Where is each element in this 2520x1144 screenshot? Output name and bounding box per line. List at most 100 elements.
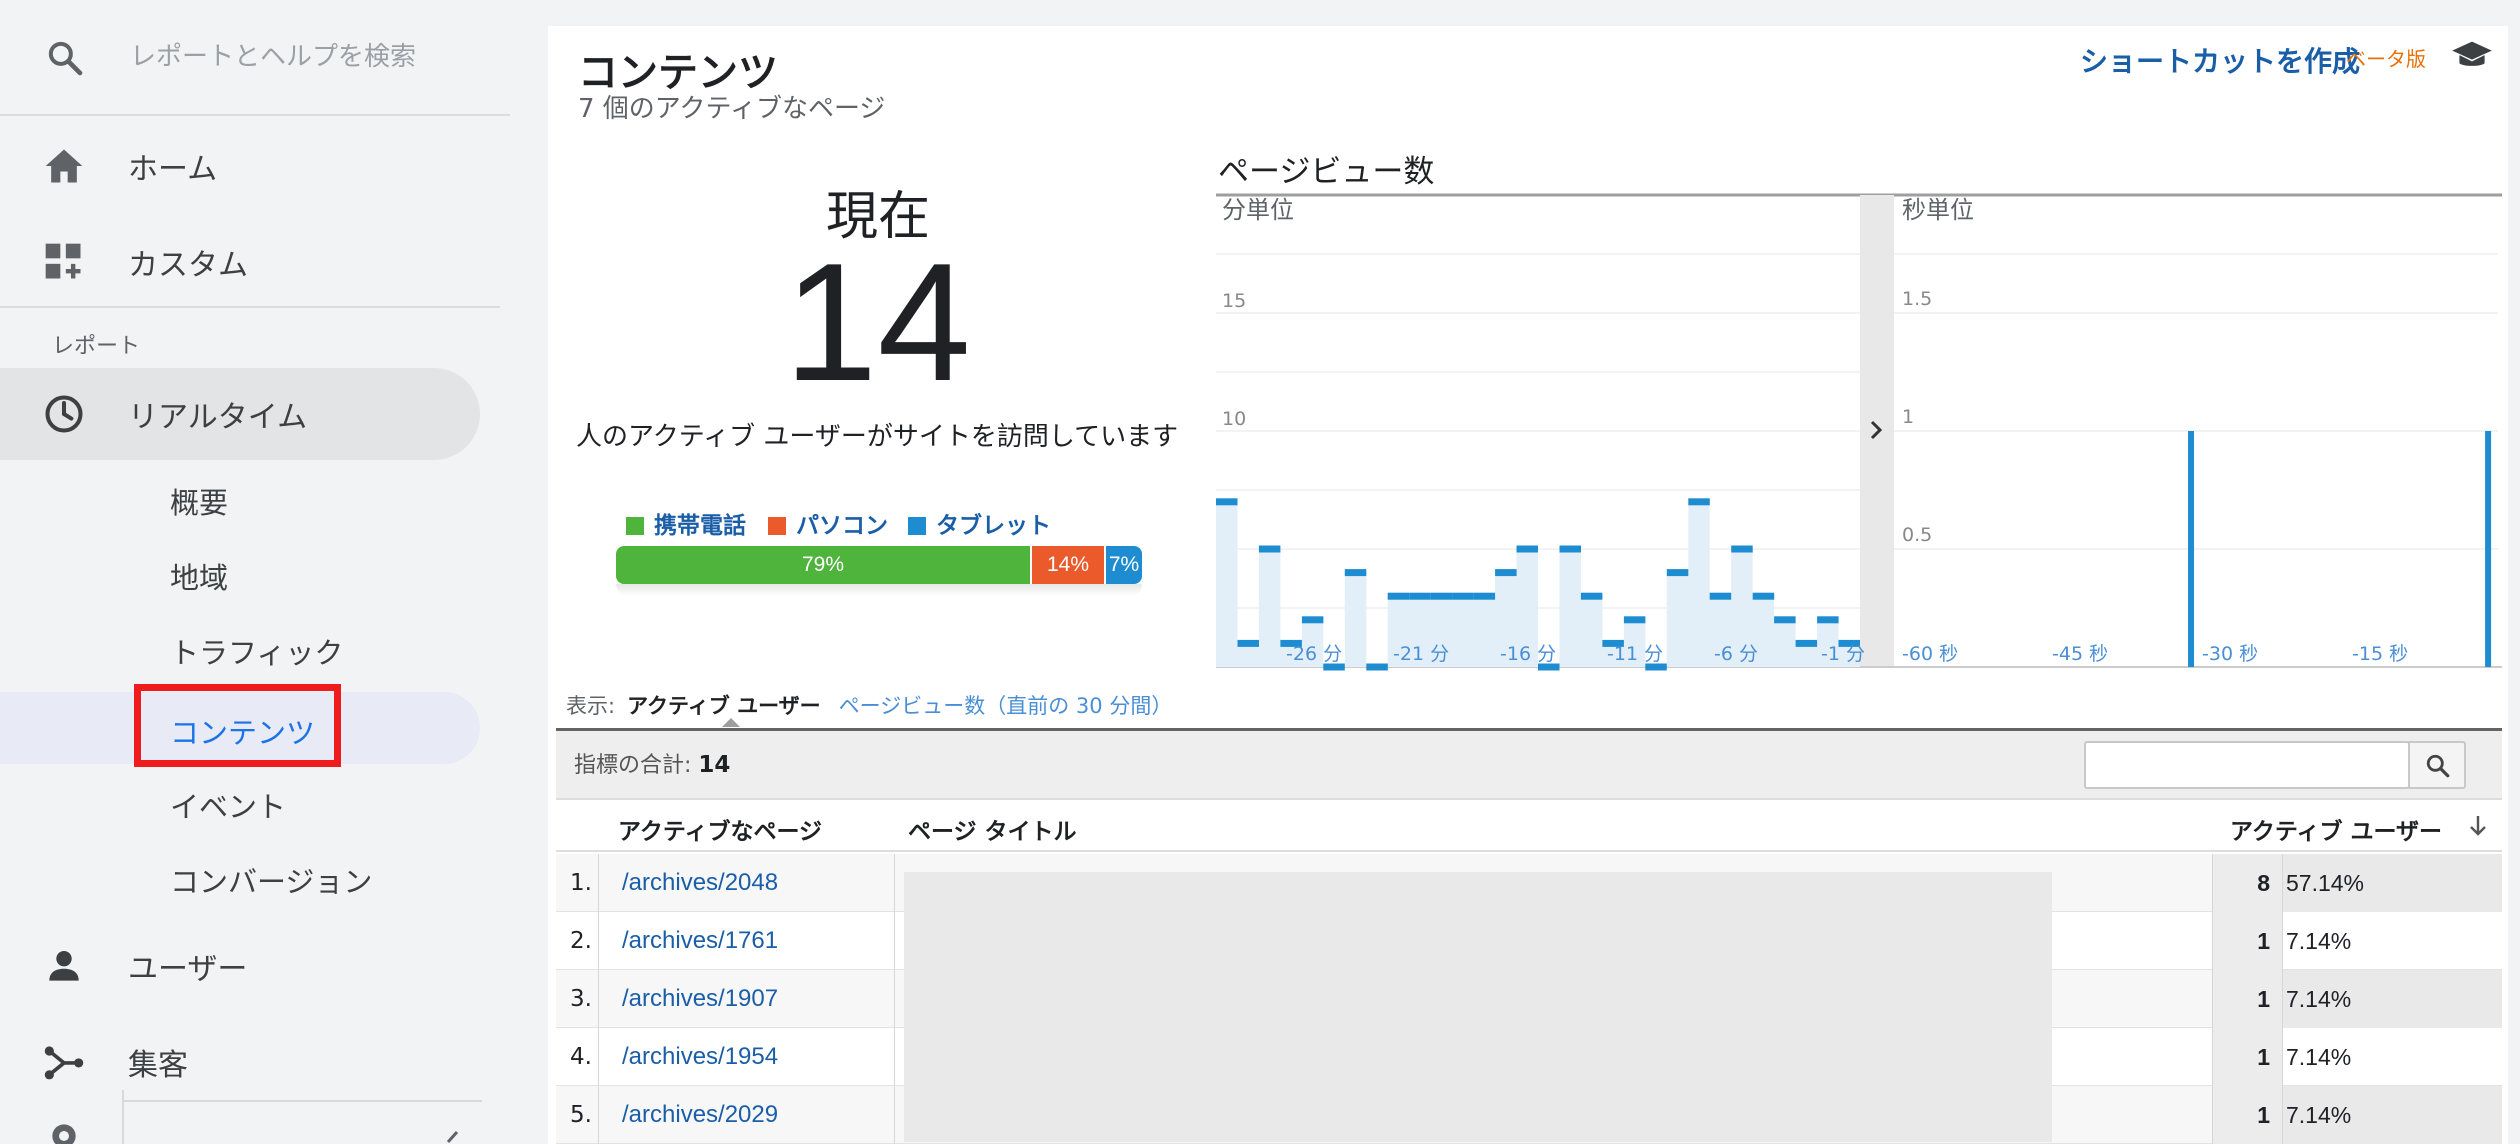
cell-divider <box>598 970 599 1028</box>
minute-value-mark <box>1258 545 1281 553</box>
cell-divider <box>2212 970 2213 1028</box>
highlight-box <box>134 684 341 767</box>
minute-value-mark <box>1817 616 1839 624</box>
y-tick-label: 0.5 <box>1902 524 1932 546</box>
nav-acquisition-label: 集客 <box>128 1048 188 1083</box>
divider <box>122 1090 124 1144</box>
active-users-value: 1 <box>2257 986 2270 1012</box>
cell-divider <box>598 1086 599 1144</box>
active-users-count: 14 <box>784 228 971 416</box>
active-users-percent: 7.14% <box>2286 928 2352 954</box>
minute-value-mark <box>1795 639 1818 647</box>
minute-value-mark <box>1387 592 1410 600</box>
minute-value-mark <box>1430 592 1453 600</box>
cell-divider <box>598 1028 599 1086</box>
x-tick-label: -21 分 <box>1393 643 1449 665</box>
divider <box>0 114 510 116</box>
page-path-link[interactable]: /archives/1761 <box>622 912 778 970</box>
legend-swatch <box>768 517 786 535</box>
row-index: 4. <box>570 1044 592 1070</box>
legend-swatch <box>908 517 926 535</box>
cell-divider <box>894 970 895 1028</box>
metric-total: 指標の合計: 14 <box>574 747 730 779</box>
device-share-segment: 14% <box>1032 546 1104 584</box>
realtime-traffic[interactable]: トラフィック <box>0 612 480 684</box>
view-active-users[interactable]: アクティブ ユーザー <box>627 694 821 718</box>
cell-divider <box>894 1028 895 1086</box>
nav-realtime[interactable]: リアルタイム <box>0 368 480 460</box>
active-users-value: 8 <box>2257 870 2270 896</box>
cell-divider <box>2282 1028 2283 1086</box>
divider <box>122 1100 482 1102</box>
device-share-bar: 79% 14% 7% <box>616 546 1142 584</box>
create-shortcut-link[interactable]: ショートカットを作成 <box>2080 40 2360 80</box>
legend-label: パソコン <box>796 513 888 539</box>
minutes-label: 分単位 <box>1222 196 1294 224</box>
table-search-button[interactable] <box>2408 741 2466 789</box>
minute-value-mark <box>1709 592 1732 600</box>
x-tick-label: -26 分 <box>1286 643 1342 665</box>
page-subtitle: 7 個のアクティブなページ <box>578 94 886 124</box>
column-page-title[interactable]: ページ タイトル <box>908 812 1077 846</box>
view-pageviews-link[interactable]: ページビュー数（直前の 30 分間） <box>839 694 1173 718</box>
cell-divider <box>598 912 599 970</box>
nav-realtime-label: リアルタイム <box>128 400 308 435</box>
table-search-input[interactable] <box>2084 741 2410 789</box>
minute-value-mark <box>1344 569 1367 577</box>
beta-badge: ベータ版 <box>2346 47 2426 71</box>
x-tick-label: -15 秒 <box>2352 643 2408 665</box>
graduation-cap-icon[interactable] <box>2450 38 2494 74</box>
nav-custom-label: カスタム <box>128 248 248 283</box>
x-tick-label: -16 分 <box>1500 643 1556 665</box>
legend-label: タブレット <box>936 513 1051 539</box>
device-share-segment: 79% <box>616 546 1030 584</box>
sub-item-label: 地域 <box>170 561 229 595</box>
nav-users-label: ユーザー <box>128 952 248 987</box>
page-path-link[interactable]: /archives/2048 <box>622 854 778 912</box>
legend-desktop: パソコン <box>768 506 888 539</box>
realtime-conversions[interactable]: コンバージョン <box>0 841 480 913</box>
nav-home[interactable]: ホーム <box>0 120 480 212</box>
minute-value-mark <box>1559 545 1581 553</box>
cell-divider <box>2212 1028 2213 1086</box>
acquisition-icon <box>44 1046 84 1080</box>
gear-icon[interactable] <box>44 1116 84 1144</box>
view-selector: 表示: アクティブ ユーザー ページビュー数（直前の 30 分間） <box>566 690 1172 720</box>
sidebar: レポートとヘルプを検索 ホーム カスタム レポート リアルタイム 概要 地域 ト… <box>0 0 510 1144</box>
x-tick-label: -30 秒 <box>2202 643 2258 665</box>
row-index: 2. <box>570 928 592 954</box>
minute-value-mark <box>1688 498 1710 506</box>
minute-value-mark <box>1452 592 1474 600</box>
sidebar-search[interactable]: レポートとヘルプを検索 <box>0 0 510 112</box>
active-users-value: 1 <box>2257 1102 2270 1128</box>
active-users-percent: 7.14% <box>2286 1102 2352 1128</box>
x-tick-label: -6 分 <box>1714 643 1758 665</box>
cell-divider <box>2282 854 2283 912</box>
active-users-value: 1 <box>2257 928 2270 954</box>
nav-users[interactable]: ユーザー <box>0 920 480 1012</box>
page-path-link[interactable]: /archives/1954 <box>622 1028 778 1086</box>
realtime-overview[interactable]: 概要 <box>0 462 480 534</box>
chevron-icon[interactable] <box>446 1128 468 1144</box>
column-active-users[interactable]: アクティブ ユーザー <box>2230 812 2442 846</box>
realtime-events[interactable]: イベント <box>0 766 480 838</box>
minute-value-mark <box>1580 592 1603 600</box>
page-path-link[interactable]: /archives/2029 <box>622 1086 778 1144</box>
metric-total-value: 14 <box>698 752 731 778</box>
realtime-location[interactable]: 地域 <box>0 537 480 609</box>
minute-value-mark <box>1666 569 1689 577</box>
row-index: 5. <box>570 1102 592 1128</box>
redacted-titles <box>904 872 2052 1142</box>
minute-value-mark <box>1623 616 1646 624</box>
dashboard-plus-icon <box>45 243 81 279</box>
search-placeholder[interactable]: レポートとヘルプを検索 <box>130 36 416 73</box>
nav-custom[interactable]: カスタム <box>0 216 480 308</box>
nav-acquisition[interactable]: 集客 <box>0 1016 480 1108</box>
reports-section-label: レポート <box>52 334 141 359</box>
sort-down-icon[interactable] <box>2468 814 2488 838</box>
minute-value-mark <box>1237 639 1259 647</box>
page-path-link[interactable]: /archives/1907 <box>622 970 778 1028</box>
column-active-pages[interactable]: アクティブなページ <box>618 812 822 846</box>
x-tick-label: -11 分 <box>1607 643 1663 665</box>
second-bar <box>2485 431 2492 667</box>
